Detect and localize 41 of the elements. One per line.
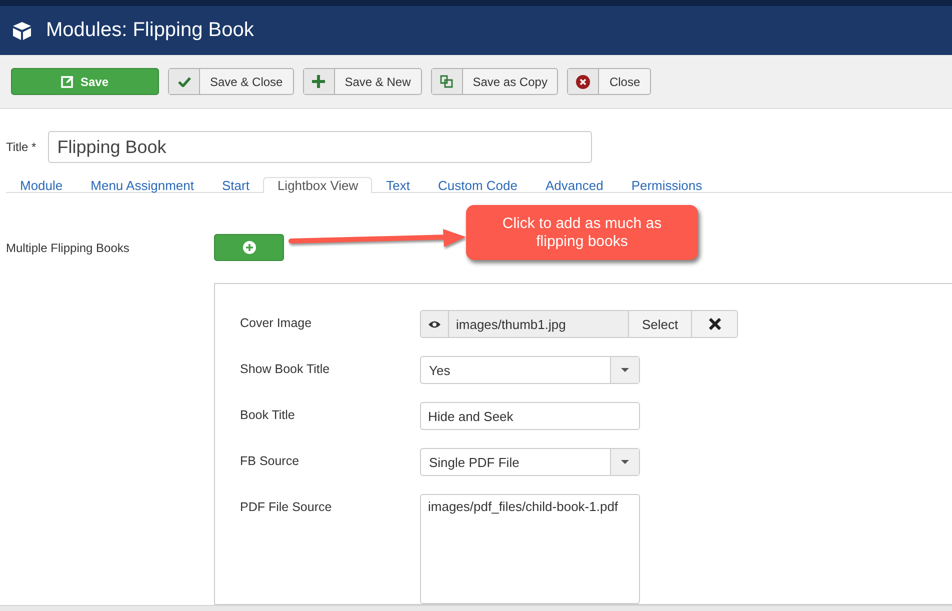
tab[interactable]: Custom Code [424, 177, 532, 193]
toolbar-button[interactable]: Close [567, 68, 652, 95]
caret-icon [621, 368, 629, 372]
field-label: Multiple Flipping Books [6, 240, 130, 254]
select-dropdown[interactable]: Single PDF File [420, 448, 640, 476]
eye-icon [428, 320, 441, 328]
toolbar-button[interactable]: Save & New [302, 68, 422, 95]
plus-circle-icon [242, 241, 256, 254]
select-dropdown[interactable]: Yes [420, 356, 640, 384]
toolbar-button[interactable]: Save & Close [168, 68, 294, 95]
field-label: Show Book Title [240, 361, 331, 376]
field-label: PDF File Source [240, 499, 333, 514]
check-icon [178, 76, 190, 87]
text-field[interactable]: Hide and Seek [420, 402, 640, 430]
caret-icon [621, 460, 629, 464]
copy-icon [440, 75, 454, 88]
title-field[interactable]: Flipping Book [48, 131, 592, 163]
tab[interactable]: Start [208, 177, 264, 193]
select-button[interactable]: Select [629, 311, 692, 337]
plus-icon [312, 75, 326, 88]
tab[interactable]: Text [372, 177, 424, 193]
add-button[interactable] [214, 234, 284, 261]
edit-icon [61, 75, 74, 88]
tab[interactable]: Lightbox View [263, 177, 372, 193]
field-label: Cover Image [240, 315, 313, 330]
field-label: FB Source [240, 453, 300, 468]
tab[interactable]: Module [6, 177, 77, 193]
page-title: Modules: Flipping Book [46, 19, 254, 42]
cube-icon [12, 20, 32, 40]
field-label: Book Title [240, 407, 296, 422]
close-icon [576, 74, 590, 88]
toolbar-button[interactable]: Save as Copy [430, 68, 558, 95]
clear-button[interactable] [692, 311, 738, 337]
callout: Click to add as much as flipping books [466, 205, 698, 260]
image-field[interactable]: images/thumb1.jpg Select [420, 310, 738, 338]
title-label: Title * [6, 140, 36, 154]
tab[interactable]: Menu Assignment [76, 177, 208, 193]
tab[interactable]: Advanced [532, 177, 618, 193]
text-area[interactable]: images/pdf_files/child-book-1.pdf [420, 494, 640, 604]
close-icon [708, 318, 721, 330]
tab[interactable]: Permissions [617, 177, 716, 193]
